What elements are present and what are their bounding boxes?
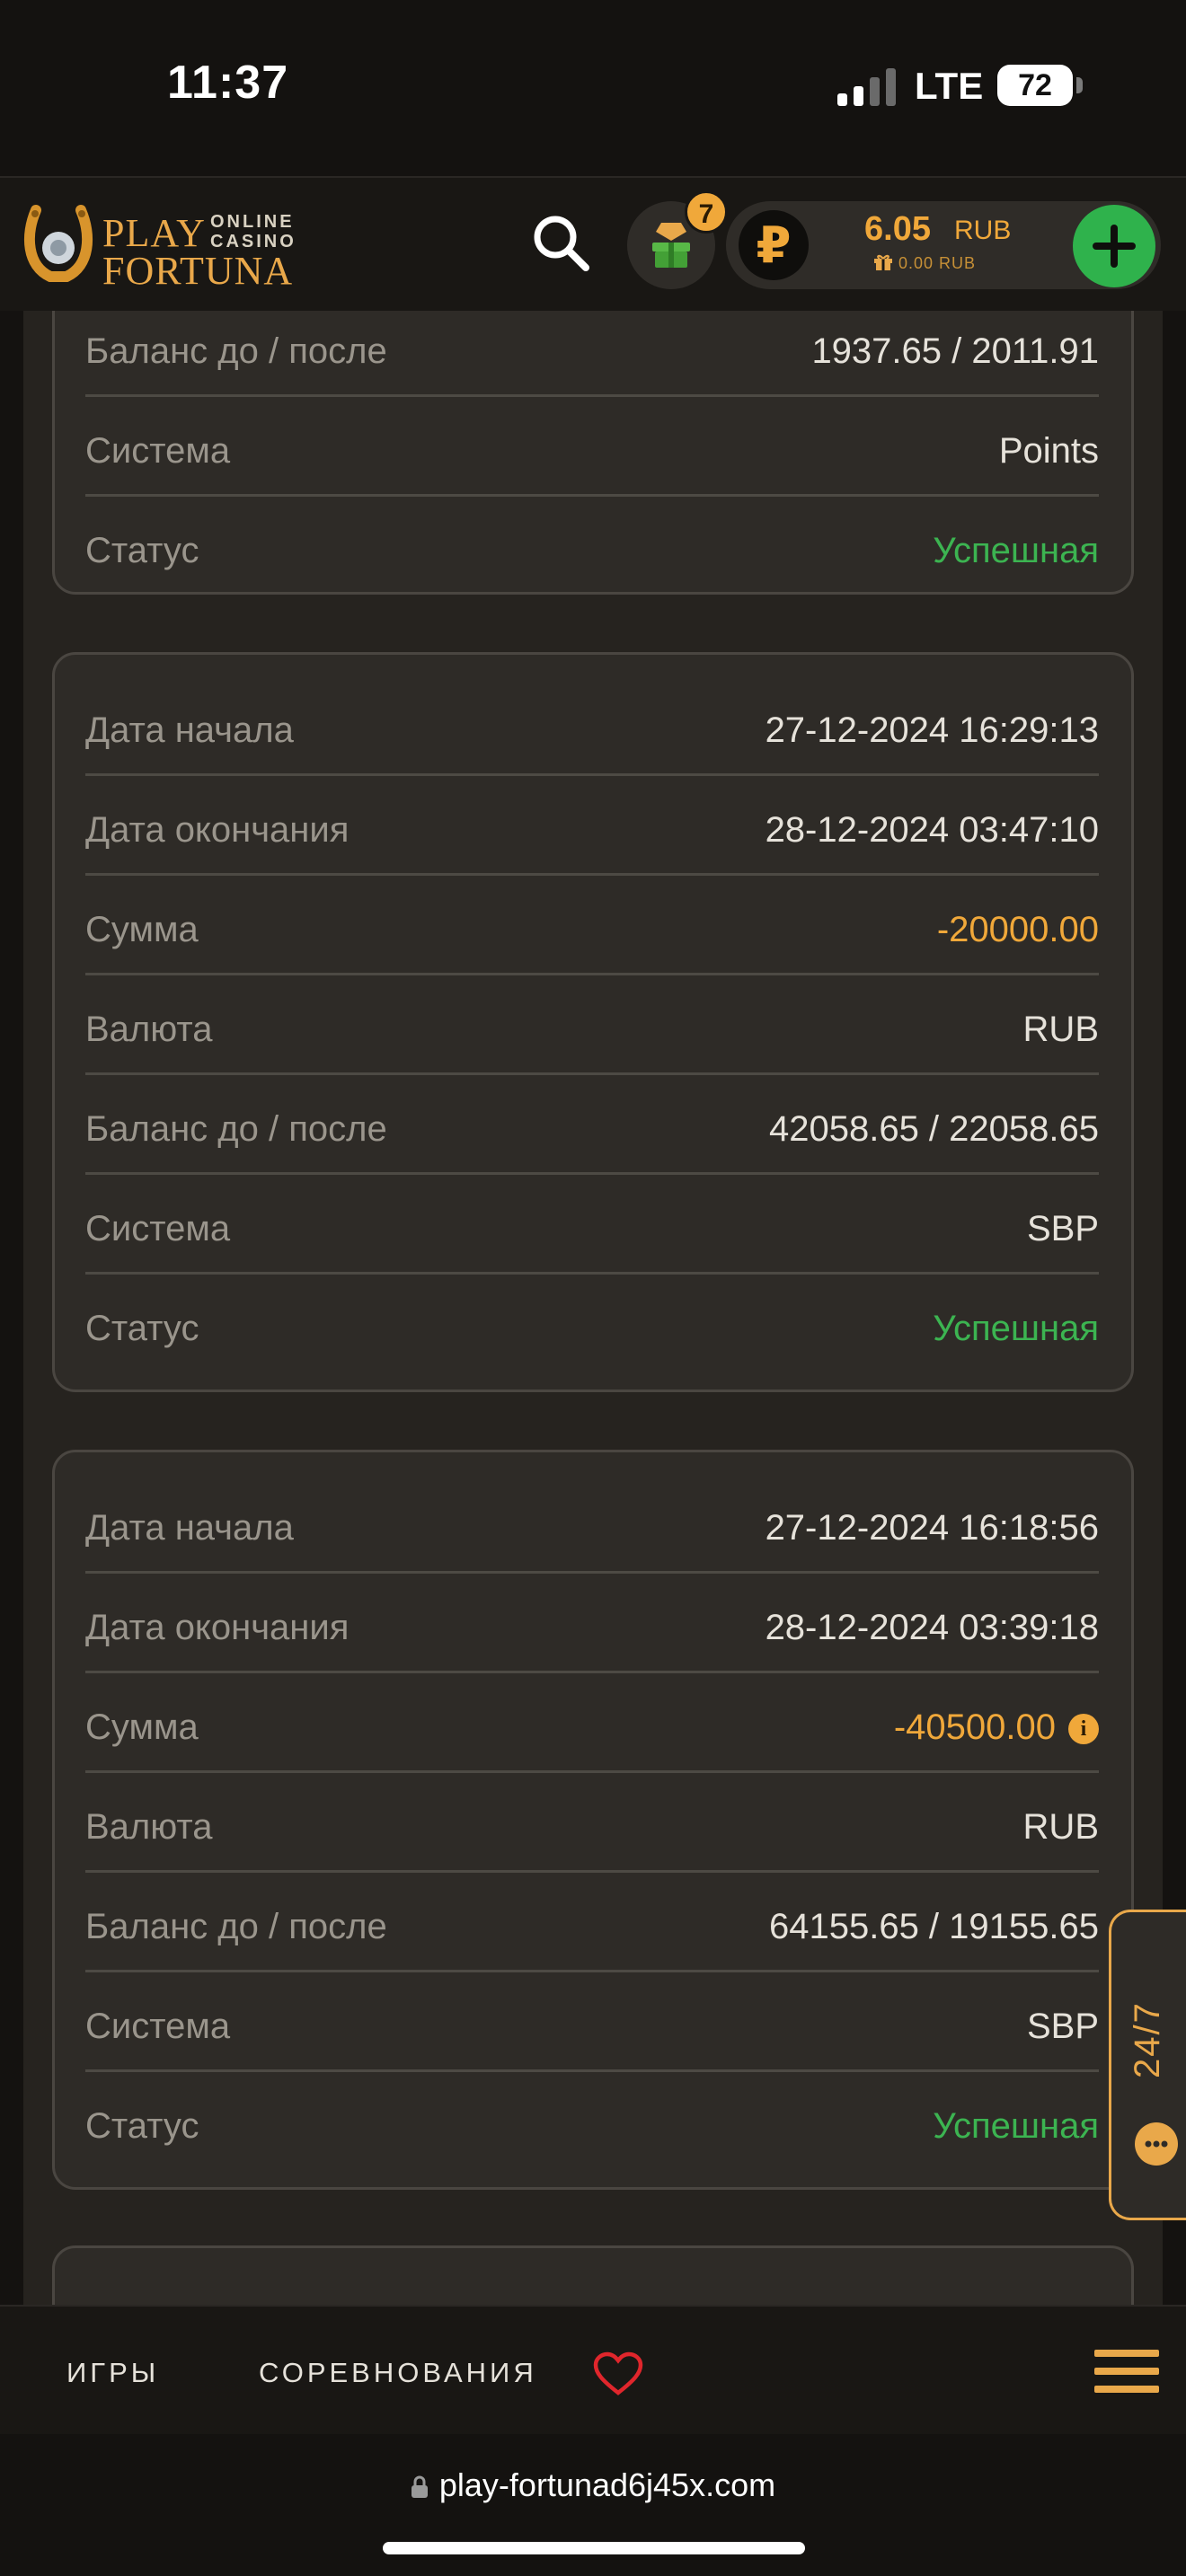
home-indicator[interactable] — [383, 2542, 805, 2554]
row-start-date: Дата начала 27-12-2024 16:18:56 — [85, 1474, 1099, 1574]
row-label: Система — [85, 2007, 231, 2046]
url-text: play-fortunad6j45x.com — [438, 2466, 776, 2503]
plus-icon — [1093, 225, 1136, 268]
row-label: Система — [85, 1209, 231, 1248]
battery-tip — [1076, 77, 1083, 93]
row-label: Валюта — [85, 1807, 213, 1847]
balance-amount: 6.05 — [864, 210, 931, 248]
row-label: Дата окончания — [85, 1608, 350, 1647]
bottom-nav: ИГРЫ СОРЕВНОВАНИЯ — [0, 2305, 1186, 2434]
row-system: Система SBP — [85, 1175, 1099, 1275]
row-label: Сумма — [85, 1707, 199, 1747]
site-header: PLAY ONLINE CASINO FORTUNA 7 ₽ 6.05 RUB — [0, 176, 1186, 311]
app-screen: 11:37 LTE 72 PLAY ONLINE CASINO FORTUNA — [0, 0, 1186, 2576]
row-value: 28-12-2024 03:39:18 — [765, 1608, 1099, 1647]
network-type: LTE — [915, 65, 984, 107]
transaction-card — [52, 2245, 1134, 2305]
row-value: Points — [998, 431, 1099, 471]
transactions-list[interactable]: Баланс до / после 1937.65 / 2011.91 Сист… — [23, 311, 1163, 2305]
gift-box-icon — [652, 223, 690, 268]
row-end-date: Дата окончания 28-12-2024 03:47:10 — [85, 776, 1099, 876]
support-label: 24/7 — [1128, 2001, 1167, 2078]
row-system: Система Points — [85, 397, 1099, 497]
nav-games[interactable]: ИГРЫ — [66, 2357, 159, 2389]
row-label: Баланс до / после — [85, 1907, 387, 1946]
amount-value: -20000.00 — [936, 910, 1099, 949]
url-display[interactable]: play-fortunad6j45x.com — [0, 2466, 1186, 2504]
horseshoe-logo-icon — [23, 205, 93, 282]
row-start-date: Дата начала 27-12-2024 16:29:13 — [85, 676, 1099, 776]
status-success-value: Успешная — [933, 531, 1099, 570]
gifts-count-badge: 7 — [685, 190, 728, 234]
ruble-icon: ₽ — [739, 210, 809, 280]
row-value: RUB — [1022, 1807, 1099, 1847]
row-balance: Баланс до / после 64155.65 / 19155.65 — [85, 1873, 1099, 1972]
row-status: Статус Успешная — [85, 1275, 1099, 1374]
status-success-value: Успешная — [933, 1309, 1099, 1348]
row-label: Баланс до / после — [85, 1109, 387, 1149]
battery-icon: 72 — [997, 65, 1073, 106]
row-label: Статус — [85, 531, 199, 570]
row-label: Статус — [85, 1309, 199, 1348]
row-label: Баланс до / после — [85, 331, 387, 371]
support-chat-tab[interactable]: 24/7 — [1109, 1910, 1186, 2220]
row-currency: Валюта RUB — [85, 1773, 1099, 1873]
search-icon[interactable] — [528, 210, 593, 275]
row-balance: Баланс до / после 42058.65 / 22058.65 — [85, 1075, 1099, 1175]
row-amount: Сумма -20000.00 — [85, 876, 1099, 975]
transaction-card: Дата начала 27-12-2024 16:29:13 Дата око… — [52, 652, 1134, 1392]
row-balance: Баланс до / после 1937.65 / 2011.91 — [85, 311, 1099, 397]
row-label: Статус — [85, 2106, 199, 2146]
row-label: Дата начала — [85, 710, 294, 750]
amount-text: -40500.00 — [893, 1707, 1056, 1747]
bonus-balance-value: 0.00 RUB — [898, 254, 977, 272]
status-success-value: Успешная — [933, 2106, 1099, 2146]
row-value: RUB — [1022, 1010, 1099, 1049]
row-system: Система SBP — [85, 1972, 1099, 2072]
transaction-card: Баланс до / после 1937.65 / 2011.91 Сист… — [52, 311, 1134, 595]
row-value: SBP — [1026, 2007, 1099, 2046]
row-label: Дата начала — [85, 1508, 294, 1548]
row-value: 1937.65 / 2011.91 — [811, 331, 1099, 371]
chat-dots-icon — [1145, 2140, 1168, 2148]
menu-hamburger-icon[interactable] — [1093, 2346, 1161, 2396]
row-status: Статус Успешная — [85, 497, 1099, 596]
row-value: 27-12-2024 16:29:13 — [765, 710, 1099, 750]
bonus-balance: 0.00 RUB — [873, 253, 976, 273]
deposit-plus-button[interactable] — [1073, 205, 1155, 287]
balance-currency: RUB — [954, 216, 1012, 245]
transaction-card: Дата начала 27-12-2024 16:18:56 Дата око… — [52, 1450, 1134, 2190]
status-time: 11:37 — [167, 57, 289, 109]
browser-address-bar[interactable]: play-fortunad6j45x.com — [0, 2434, 1186, 2576]
info-icon[interactable]: i — [1068, 1714, 1099, 1744]
row-label: Система — [85, 431, 231, 471]
row-value: 42058.65 / 22058.65 — [768, 1109, 1099, 1149]
row-value: 64155.65 / 19155.65 — [768, 1907, 1099, 1946]
nav-competitions[interactable]: СОРЕВНОВАНИЯ — [259, 2357, 537, 2389]
amount-value: -40500.00 i — [894, 1707, 1099, 1748]
row-value: 28-12-2024 03:47:10 — [765, 810, 1099, 850]
row-status: Статус Успешная — [85, 2072, 1099, 2172]
row-value: SBP — [1026, 1209, 1099, 1248]
signal-icon — [837, 68, 896, 106]
row-end-date: Дата окончания 28-12-2024 03:39:18 — [85, 1574, 1099, 1673]
row-label: Дата окончания — [85, 810, 350, 850]
favorites-heart-icon[interactable] — [593, 2351, 643, 2396]
row-label: Валюта — [85, 1010, 213, 1049]
logo-fortuna-text: FORTUNA — [102, 249, 294, 293]
logo[interactable]: PLAY ONLINE CASINO FORTUNA — [23, 198, 311, 293]
bonus-gift-icon — [874, 254, 892, 270]
chat-icon — [1135, 2122, 1178, 2166]
logo-online-text: ONLINE — [210, 212, 295, 232]
row-amount: Сумма -40500.00 i — [85, 1673, 1099, 1773]
row-currency: Валюта RUB — [85, 975, 1099, 1075]
row-label: Сумма — [85, 910, 199, 949]
lock-icon — [411, 2475, 428, 2498]
status-bar: 11:37 LTE 72 — [0, 0, 1186, 176]
row-value: 27-12-2024 16:18:56 — [765, 1508, 1099, 1548]
